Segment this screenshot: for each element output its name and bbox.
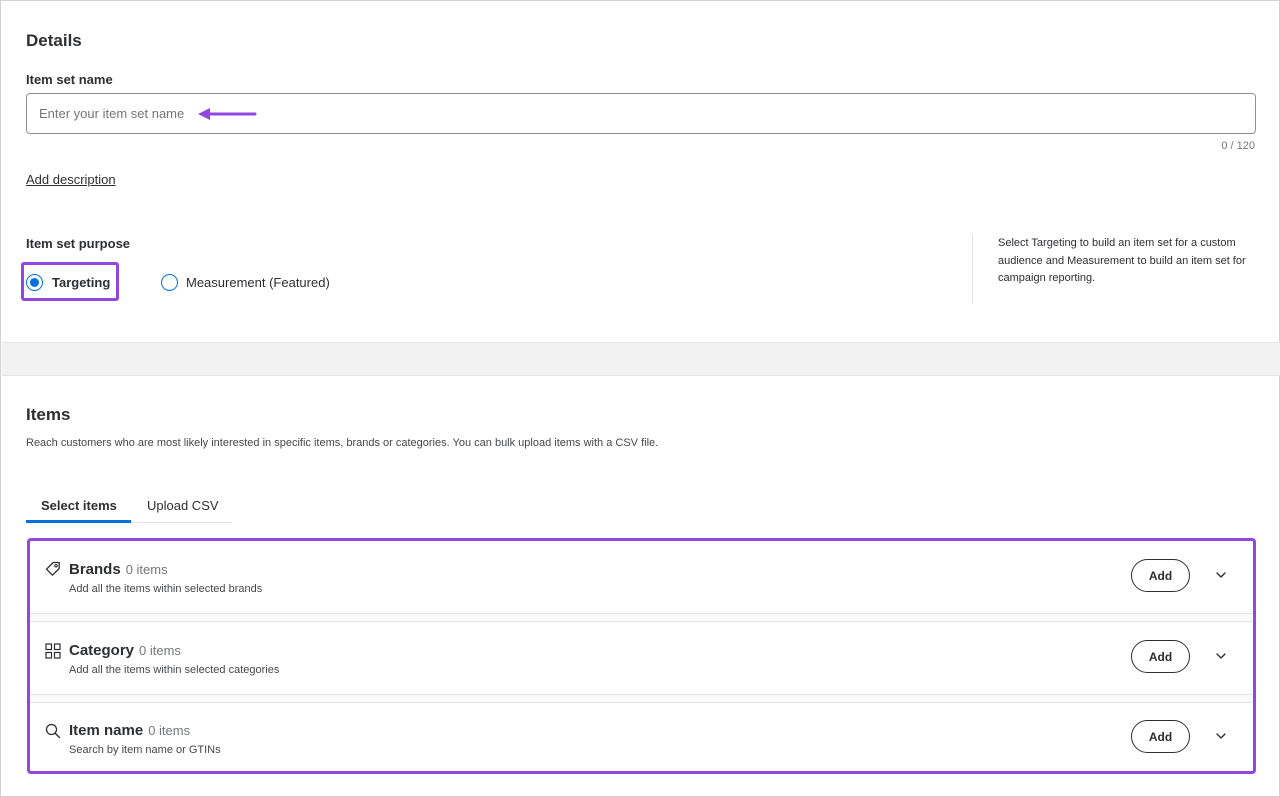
items-list: Brands 0 items Add all the items within s… — [27, 538, 1256, 774]
items-description: Reach customers who are most likely inte… — [26, 437, 659, 449]
section-separator — [2, 342, 1280, 376]
char-counter: 0 / 120 — [1221, 140, 1255, 152]
add-item-name-button[interactable]: Add — [1131, 720, 1190, 753]
row-divider — [30, 694, 1253, 703]
radio-targeting-label[interactable]: Targeting — [52, 275, 110, 290]
list-item-item-name: Item name 0 items Search by item name or … — [30, 703, 1253, 775]
row-title-category-text: Category — [69, 642, 135, 659]
active-tab-indicator — [26, 520, 131, 523]
radio-measurement-label[interactable]: Measurement (Featured) — [186, 275, 330, 290]
list-item-category: Category 0 items Add all the items within… — [30, 622, 1253, 694]
page-frame: Details Item set name 0 / 120 Add descri… — [0, 0, 1280, 797]
row-title-brands-text: Brands — [69, 561, 121, 578]
items-tabs: Select items Upload CSV — [26, 491, 232, 523]
purpose-help-text: Select Targeting to build an item set fo… — [998, 237, 1246, 284]
row-divider — [30, 613, 1253, 622]
row-title-category: Category 0 items — [69, 642, 181, 659]
row-count-category: 0 items — [139, 643, 181, 658]
row-count-brands: 0 items — [125, 562, 168, 577]
list-item-brands: Brands 0 items Add all the items within s… — [30, 541, 1253, 613]
add-category-button[interactable]: Add — [1131, 640, 1190, 673]
grid-icon — [45, 643, 61, 659]
search-icon — [45, 723, 61, 739]
annotation-arrow-icon — [198, 108, 257, 120]
tab-select-items[interactable]: Select items — [41, 498, 117, 513]
row-title-brands: Brands 0 items — [69, 561, 168, 578]
row-title-item-name-text: Item name — [69, 722, 144, 739]
row-subtitle-item-name: Search by item name or GTINs — [69, 744, 221, 756]
row-subtitle-brands: Add all the items within selected brands — [69, 583, 263, 595]
row-count-item-name: 0 items — [148, 723, 191, 738]
vertical-divider — [972, 234, 973, 304]
tag-icon — [45, 561, 60, 576]
add-brands-button[interactable]: Add — [1131, 559, 1190, 592]
add-description-link[interactable]: Add description — [26, 172, 116, 187]
chevron-down-icon[interactable] — [1214, 649, 1228, 663]
item-set-name-label: Item set name — [26, 72, 113, 87]
tab-upload-csv[interactable]: Upload CSV — [147, 498, 219, 513]
details-heading: Details — [26, 31, 82, 50]
chevron-down-icon[interactable] — [1214, 568, 1228, 582]
row-subtitle-category: Add all the items within selected catego… — [69, 664, 280, 676]
purpose-label: Item set purpose — [26, 236, 131, 251]
items-heading: Items — [26, 405, 71, 424]
chevron-down-icon[interactable] — [1214, 729, 1228, 743]
radio-targeting[interactable] — [26, 274, 43, 291]
radio-measurement[interactable] — [161, 274, 178, 291]
row-title-item-name: Item name 0 items — [69, 722, 190, 739]
